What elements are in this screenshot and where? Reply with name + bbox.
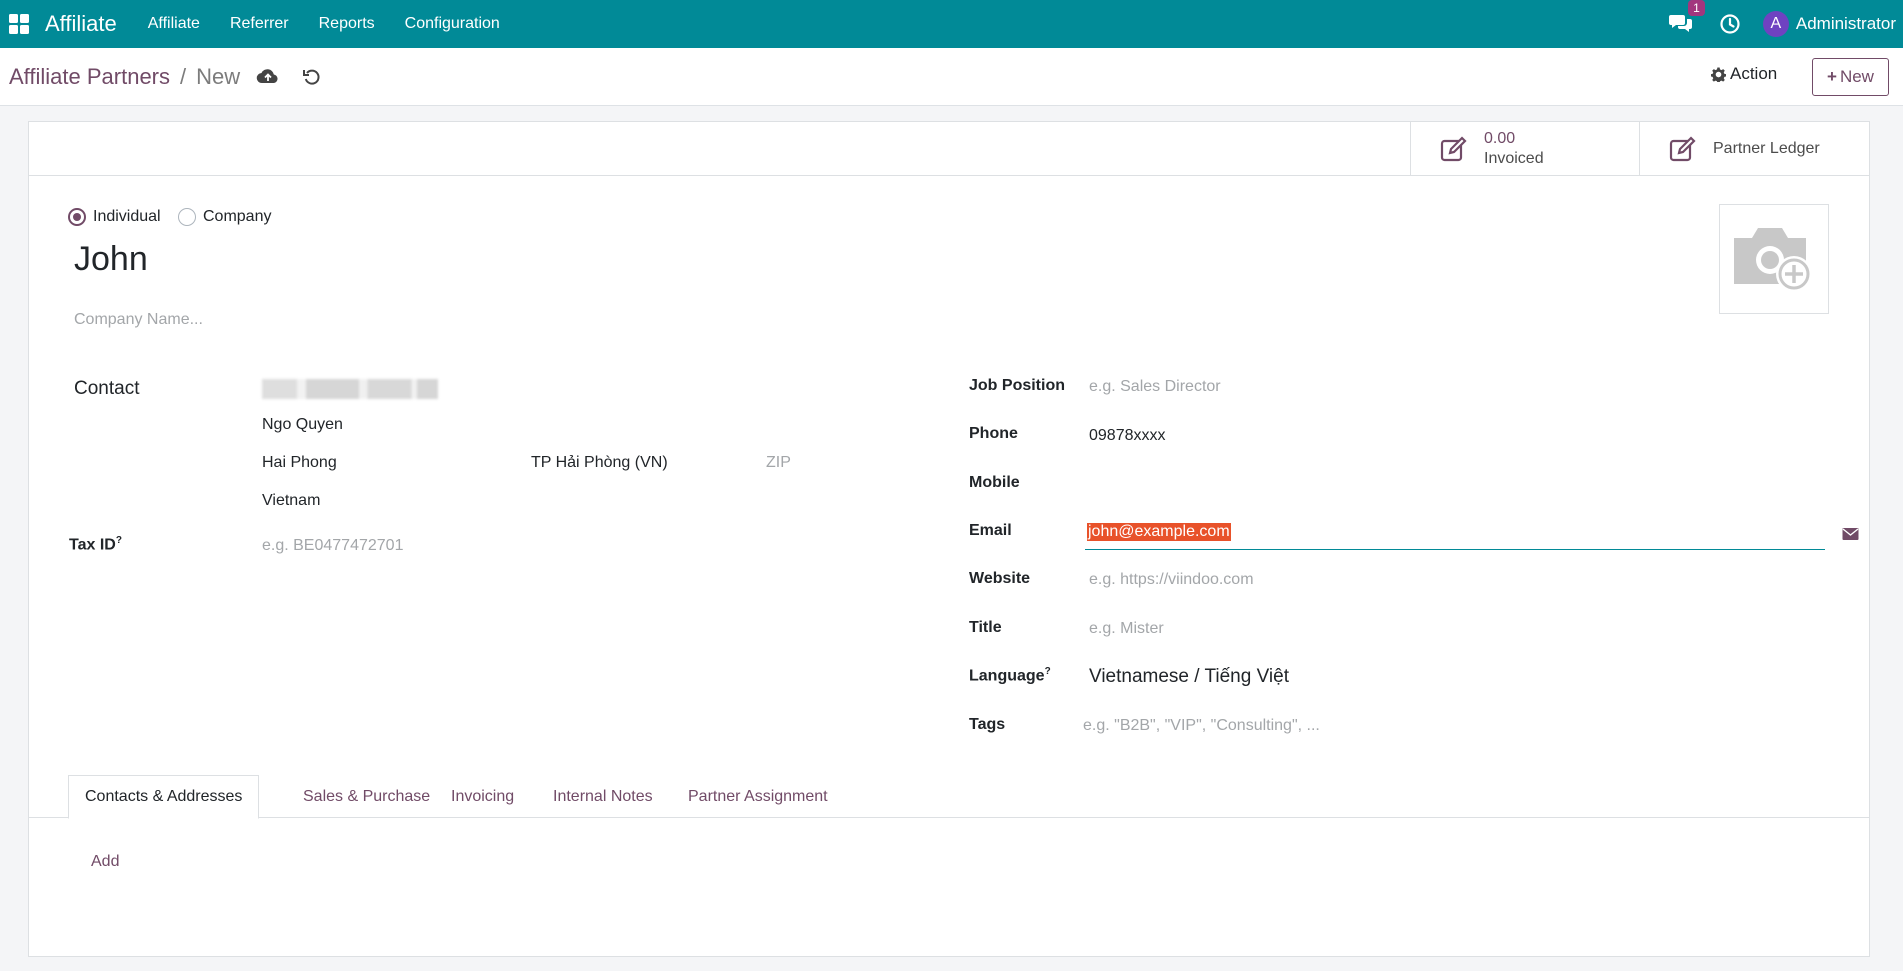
tab-partner-assignment[interactable]: Partner Assignment	[672, 775, 844, 818]
envelope-icon[interactable]	[1842, 527, 1859, 541]
tax-id-field[interactable]: e.g. BE0477472701	[262, 537, 403, 555]
smart-button-box: 0.00 Invoiced Partner Ledger	[29, 122, 1869, 176]
tags-field[interactable]: e.g. "B2B", "VIP", "Consulting", ...	[1083, 717, 1320, 735]
mobile-field[interactable]	[1089, 474, 1809, 496]
menu-referrer[interactable]: Referrer	[230, 15, 289, 33]
tab-contacts-addresses[interactable]: Contacts & Addresses	[68, 775, 260, 819]
street2-field[interactable]: Ngo Quyen	[262, 416, 343, 434]
phone-label: Phone	[969, 425, 1018, 442]
breadcrumb-current: New	[196, 64, 241, 89]
add-contact-link[interactable]: Add	[91, 853, 119, 871]
contact-label: Contact	[74, 378, 140, 399]
phone-field[interactable]: 09878xxxx	[1089, 427, 1166, 445]
radio-company[interactable]: Company	[178, 208, 271, 226]
user-avatar[interactable]: A	[1762, 11, 1789, 37]
app-brand[interactable]: Affiliate	[45, 11, 117, 37]
partner-name-input[interactable]: John	[74, 240, 148, 279]
radio-checked-icon	[68, 208, 86, 226]
invoiced-label: Invoiced	[1484, 149, 1544, 167]
invoiced-value: 0.00	[1484, 129, 1516, 147]
mobile-label: Mobile	[969, 474, 1020, 491]
gear-icon	[1711, 66, 1726, 82]
new-label: New	[1839, 67, 1874, 86]
partner-ledger-smart-button[interactable]: Partner Ledger	[1639, 122, 1869, 175]
email-field[interactable]: john@example.com	[1085, 520, 1825, 550]
cloud-save-icon[interactable]	[256, 67, 280, 87]
control-panel: Affiliate Partners / New Action + New	[0, 48, 1903, 106]
breadcrumb: Affiliate Partners / New	[9, 64, 322, 90]
radio-company-label: Company	[203, 208, 272, 225]
city-field[interactable]: Hai Phong	[262, 454, 337, 472]
street-field-redacted[interactable]	[262, 379, 438, 399]
user-menu[interactable]: Administrator	[1796, 14, 1896, 34]
action-label: Action	[1730, 64, 1778, 83]
partner-ledger-label: Partner Ledger	[1713, 139, 1820, 157]
chat-badge: 1	[1688, 0, 1705, 16]
edit-invoice-icon	[1440, 135, 1467, 161]
radio-individual[interactable]: Individual	[68, 208, 161, 226]
job-position-field[interactable]: e.g. Sales Director	[1089, 378, 1221, 396]
menu-configuration[interactable]: Configuration	[405, 15, 500, 33]
state-field[interactable]: TP Hải Phòng (VN)	[531, 454, 668, 472]
email-label: Email	[969, 522, 1012, 539]
job-position-label: Job Position	[969, 377, 1065, 394]
top-navbar: Affiliate Affiliate Referrer Reports Con…	[0, 0, 1903, 48]
email-selected-text: john@example.com	[1087, 523, 1231, 541]
tab-sales-purchase[interactable]: Sales & Purchase	[287, 775, 446, 818]
plus-icon: +	[1827, 67, 1837, 86]
country-field[interactable]: Vietnam	[262, 492, 320, 510]
menu-affiliate[interactable]: Affiliate	[148, 15, 200, 33]
menu-reports[interactable]: Reports	[319, 15, 375, 33]
tab-internal-notes[interactable]: Internal Notes	[537, 775, 669, 818]
breadcrumb-separator: /	[180, 64, 187, 89]
radio-unchecked-icon	[178, 208, 196, 226]
title-field[interactable]: e.g. Mister	[1089, 620, 1164, 638]
title-label: Title	[969, 619, 1002, 636]
tax-id-label: Tax ID?	[69, 535, 122, 554]
language-field[interactable]: Vietnamese / Tiếng Việt	[1089, 666, 1289, 688]
tags-label: Tags	[969, 716, 1006, 733]
camera-plus-icon	[1734, 228, 1812, 292]
invoiced-smart-button[interactable]: 0.00 Invoiced	[1410, 122, 1640, 175]
website-label: Website	[969, 570, 1031, 587]
radio-individual-label: Individual	[93, 208, 161, 225]
new-button[interactable]: + New	[1812, 58, 1889, 96]
company-name-input[interactable]: Company Name...	[74, 311, 203, 329]
discard-undo-icon[interactable]	[302, 67, 322, 87]
avatar-upload[interactable]	[1719, 204, 1829, 314]
notebook-tabs: Contacts & Addresses Sales & Purchase In…	[29, 775, 1869, 819]
apps-menu-icon[interactable]	[9, 14, 29, 34]
website-field[interactable]: e.g. https://viindoo.com	[1089, 571, 1254, 589]
tax-id-help-icon[interactable]: ?	[116, 535, 122, 546]
form-sheet: 0.00 Invoiced Partner Ledger Individual …	[28, 121, 1870, 957]
breadcrumb-affiliate-partners[interactable]: Affiliate Partners	[9, 64, 170, 90]
edit-ledger-icon	[1669, 135, 1696, 161]
language-help-icon[interactable]: ?	[1045, 666, 1051, 677]
chat-icon[interactable]: 1	[1668, 0, 1705, 35]
tab-invoicing[interactable]: Invoicing	[435, 775, 530, 818]
language-label: Language?	[969, 666, 1051, 685]
action-button[interactable]: Action	[1711, 64, 1777, 84]
navbar-systray: 1 A Administrator	[1668, 0, 1903, 48]
activity-clock-icon[interactable]	[1719, 13, 1741, 35]
zip-field[interactable]: ZIP	[766, 454, 791, 472]
